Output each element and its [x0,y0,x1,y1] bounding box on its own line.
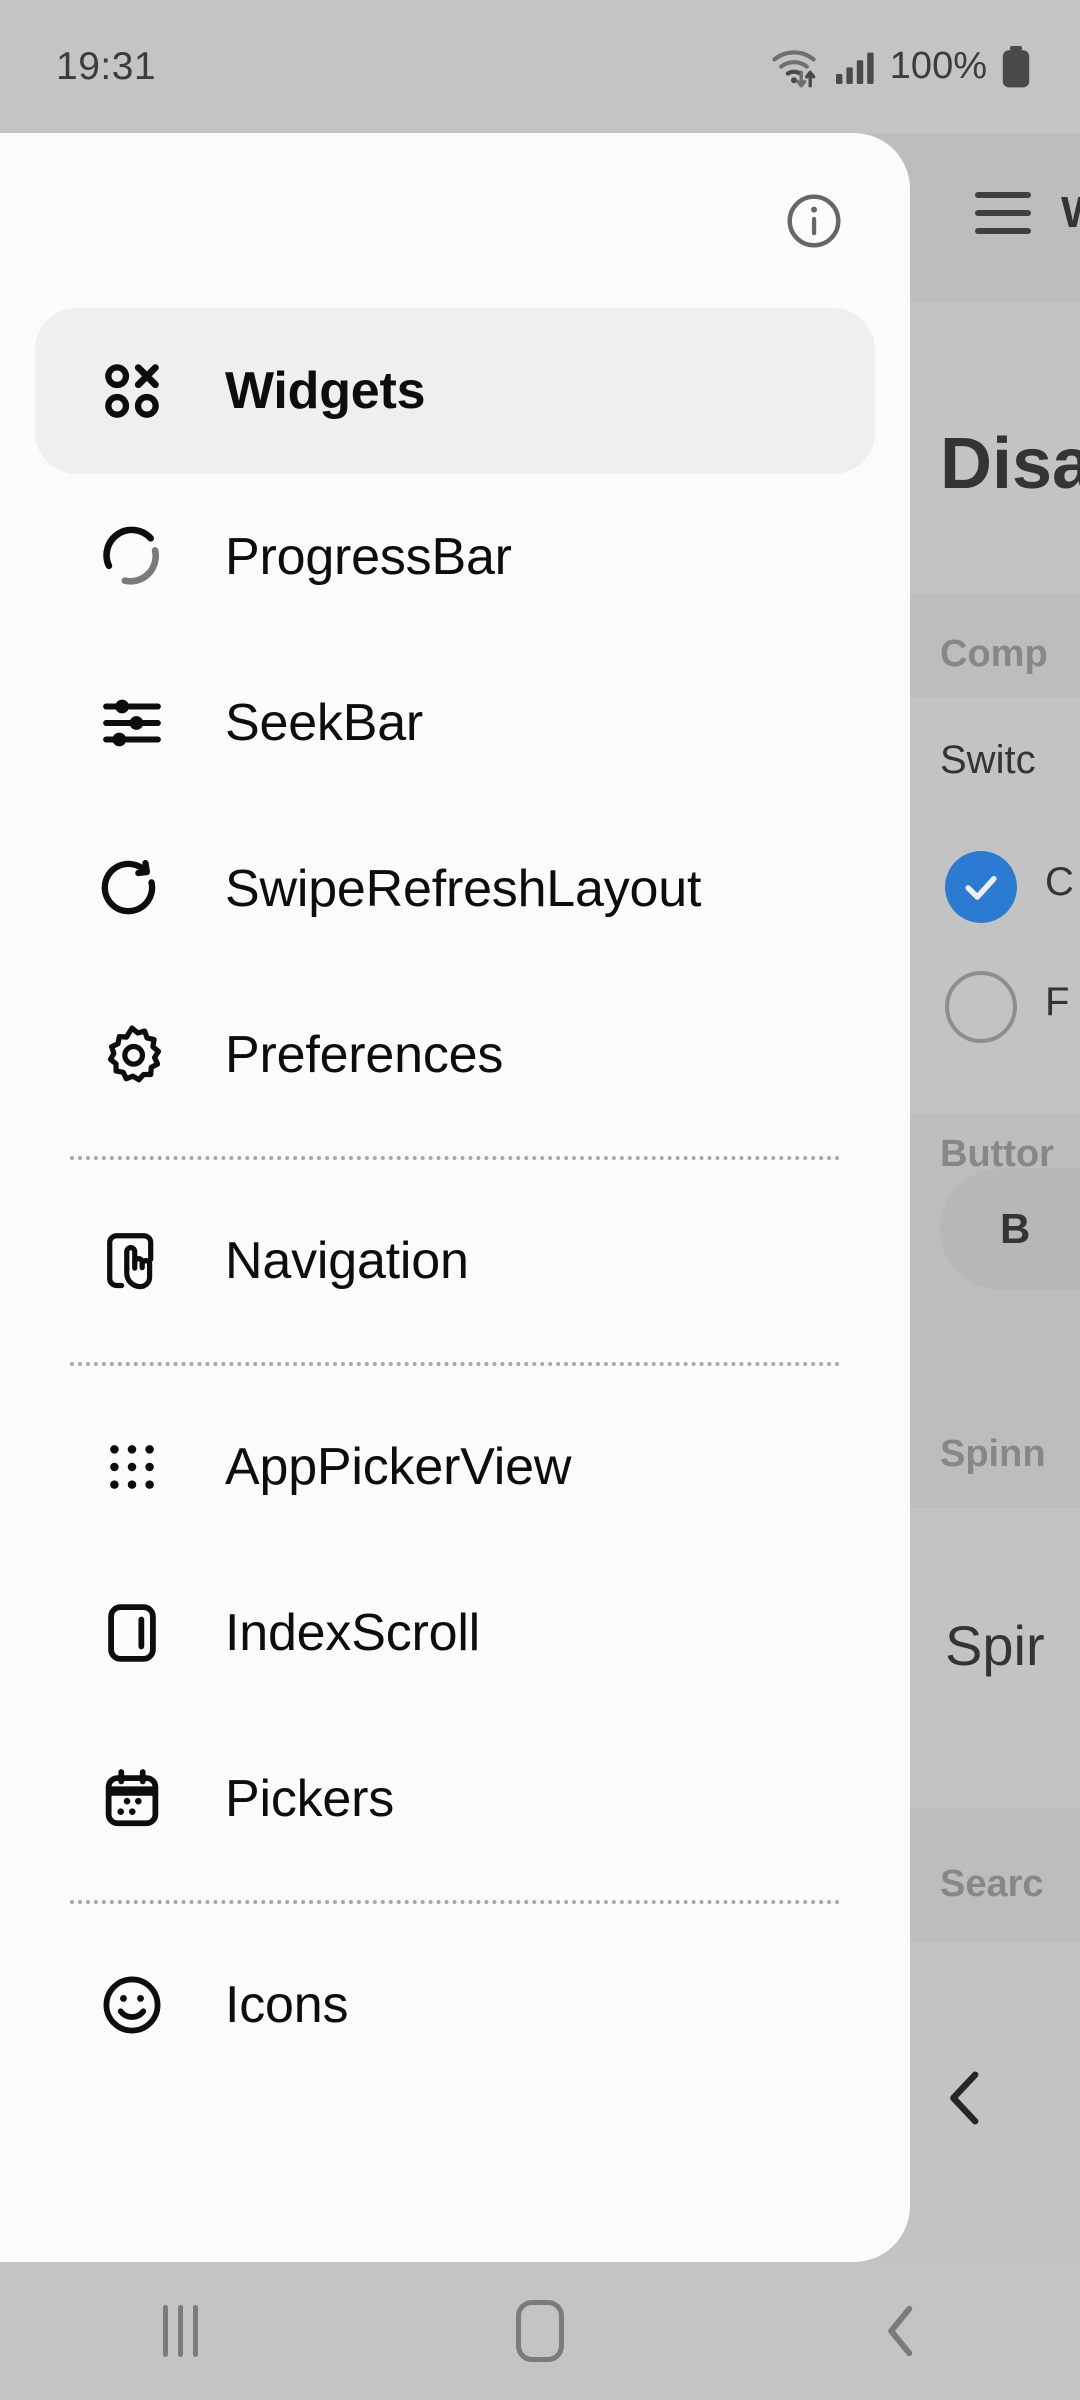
sliders-icon [95,690,169,756]
drawer-item-label: Icons [225,1976,349,2034]
drawer-divider [70,1156,840,1160]
back-button[interactable] [720,2262,1080,2400]
drawer-item-icons[interactable]: Icons [35,1922,875,2088]
drawer-divider [70,1900,840,1904]
index-scroll-icon [95,1600,169,1666]
drawer-item-navigation[interactable]: Navigation [35,1178,875,1344]
drawer-item-seekbar[interactable]: SeekBar [35,640,875,806]
drawer-item-label: Pickers [225,1770,395,1828]
drawer-item-label: SwipeRefreshLayout [225,860,702,918]
recents-icon [162,2305,198,2357]
drawer-item-swiperefreshlayout[interactable]: SwipeRefreshLayout [35,806,875,972]
drawer-item-label: Navigation [225,1232,469,1290]
drawer-item-label: AppPickerView [225,1438,572,1496]
widgets-grid-icon [95,358,169,424]
drawer-item-label: SeekBar [225,694,424,752]
drawer-item-widgets[interactable]: Widgets [35,308,875,474]
tap-gesture-icon [95,1228,169,1294]
progress-spinner-icon [95,524,169,590]
drawer-header [0,133,910,308]
dot-grid-icon [95,1434,169,1500]
home-button[interactable] [360,2262,720,2400]
drawer-item-label: Widgets [225,362,426,420]
drawer-item-preferences[interactable]: Preferences [35,972,875,1138]
gear-icon [95,1022,169,1088]
battery-icon [1002,45,1030,87]
wifi-icon [772,49,816,87]
phone-screen: W Disa Comp Switc C F Buttor B Spinn Spi… [0,0,1080,2400]
status-bar-clock: 19:31 [56,44,157,88]
drawer-item-progressbar[interactable]: ProgressBar [35,474,875,640]
drawer-item-apppickerview[interactable]: AppPickerView [35,1384,875,1550]
signal-icon [835,52,874,84]
drawer-item-indexscroll[interactable]: IndexScroll [35,1550,875,1716]
recents-button[interactable] [0,2262,360,2400]
calendar-icon [95,1766,169,1832]
back-chevron-icon [888,2305,913,2357]
drawer-divider [70,1362,840,1366]
smiley-face-icon [95,1972,169,2038]
home-icon [516,2300,564,2362]
drawer-item-label: IndexScroll [225,1604,481,1662]
drawer-item-label: ProgressBar [225,528,512,586]
drawer-item-label: Preferences [225,1026,504,1084]
battery-percent-label: 100% [889,45,987,87]
refresh-icon [95,856,169,922]
status-bar: 19:31 100% [0,0,1080,133]
system-navigation-bar [0,2262,1080,2400]
navigation-drawer: Widgets ProgressBar SeekBar SwipeRefresh… [0,133,910,2262]
status-bar-indicators: 100% [770,43,1032,91]
drawer-menu-list: Widgets ProgressBar SeekBar SwipeRefresh… [0,308,910,2108]
info-circle-icon[interactable] [778,185,850,257]
drawer-item-pickers[interactable]: Pickers [35,1716,875,1882]
